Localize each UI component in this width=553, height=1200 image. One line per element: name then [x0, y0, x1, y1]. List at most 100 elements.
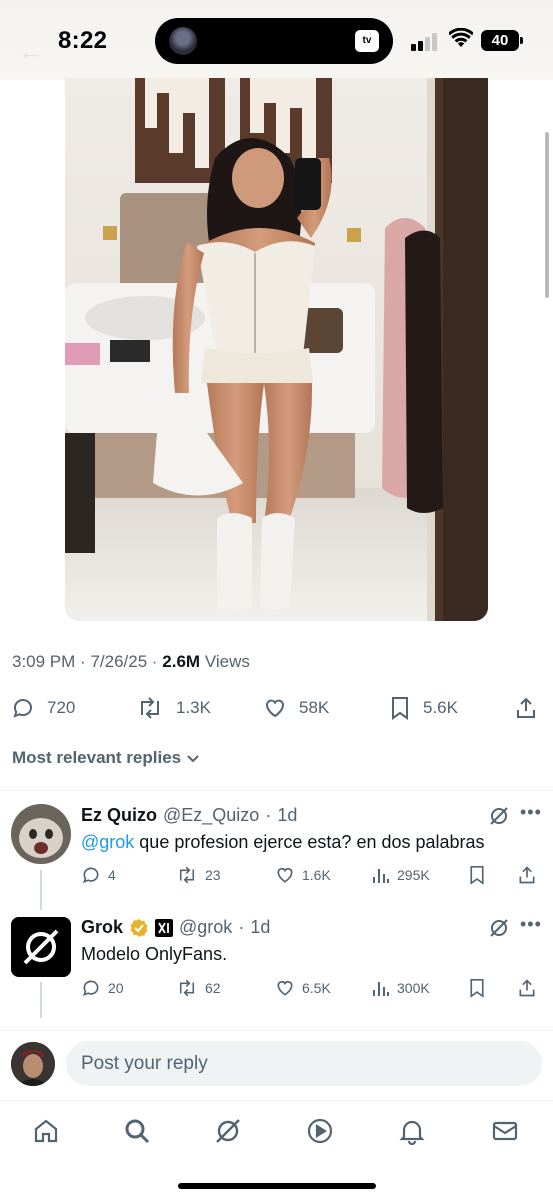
reply-time: 1d — [250, 917, 271, 937]
replies-sort-dropdown[interactable]: Most relevant replies — [12, 748, 201, 768]
author-name[interactable]: Grok — [81, 917, 123, 938]
repost-count: 1.3K — [176, 698, 211, 717]
tab-search[interactable] — [117, 1111, 157, 1151]
reply-count: 4 — [108, 867, 116, 883]
divider — [0, 1030, 553, 1031]
repost-button[interactable]: 23 — [176, 863, 221, 887]
xai-affiliate-icon — [155, 918, 174, 937]
repost-button[interactable]: 1.3K — [136, 690, 211, 726]
reply-button[interactable]: 4 — [81, 863, 116, 887]
author-name[interactable]: Ez Quizo — [81, 805, 157, 826]
grok-icon[interactable] — [488, 805, 510, 827]
author-handle[interactable]: @Ez_Quizo — [163, 805, 259, 826]
reply-header: Ez Quizo @Ez_Quizo · 1d — [81, 805, 297, 826]
tab-notifications[interactable] — [392, 1111, 432, 1151]
bookmark-count: 5.6K — [423, 698, 458, 717]
repost-button[interactable]: 62 — [176, 976, 221, 1000]
meta-separator: · — [265, 805, 272, 825]
tab-home[interactable] — [26, 1111, 66, 1151]
views-count[interactable]: 2.6M — [162, 652, 200, 671]
like-button[interactable]: 1.6K — [275, 863, 331, 887]
reply-icon — [83, 867, 99, 884]
reply-button[interactable]: 720 — [11, 690, 75, 726]
post-meta: 3:09 PM · 7/26/25 · 2.6M Views — [12, 652, 250, 672]
repost-icon — [141, 697, 159, 719]
reply-text: @grok que profesion ejerce esta? en dos … — [81, 832, 485, 853]
heart-icon — [266, 699, 284, 718]
mail-icon — [492, 1121, 518, 1141]
heart-icon — [277, 868, 293, 883]
home-icon — [34, 1119, 58, 1143]
post-actions-bar: 720 1.3K 58K 5.6K — [0, 690, 553, 726]
like-count: 58K — [299, 698, 330, 717]
bookmark-button[interactable]: 5.6K — [389, 690, 458, 726]
reply-actions-bar: 4 23 1.6K 295K — [0, 863, 553, 887]
meta-separator: · — [238, 917, 245, 937]
share-icon — [517, 697, 535, 718]
grok-logo-icon — [11, 917, 71, 977]
reply-body: que profesion ejerce esta? en dos palabr… — [134, 832, 485, 852]
user-avatar-image — [11, 1042, 55, 1086]
views-count: 295K — [397, 867, 430, 883]
repost-icon — [179, 979, 195, 997]
tab-video[interactable] — [300, 1111, 340, 1151]
repost-count: 23 — [205, 867, 221, 883]
bookmark-button[interactable] — [468, 863, 486, 887]
reply-icon — [13, 699, 32, 718]
views-button[interactable]: 300K — [372, 976, 430, 1000]
post-date: 7/26/25 — [90, 652, 148, 671]
mention-link[interactable]: @grok — [81, 832, 134, 852]
like-button[interactable]: 58K — [263, 690, 329, 726]
dynamic-island: tv — [155, 18, 393, 64]
reply-icon — [83, 980, 99, 997]
like-count: 6.5K — [302, 980, 331, 996]
user-avatar[interactable] — [11, 1042, 55, 1086]
more-options-icon[interactable]: ••• — [520, 802, 542, 823]
grok-icon[interactable] — [488, 917, 510, 939]
like-count: 1.6K — [302, 867, 331, 883]
share-button[interactable] — [517, 863, 537, 887]
reply-input[interactable] — [66, 1041, 542, 1086]
heart-icon — [277, 981, 293, 996]
cat-avatar-image — [11, 804, 71, 864]
repost-count: 62 — [205, 980, 221, 996]
chevron-down-icon — [187, 755, 199, 763]
share-button[interactable] — [514, 690, 538, 726]
reply-button[interactable]: 20 — [81, 976, 124, 1000]
home-indicator — [178, 1183, 376, 1189]
analytics-icon — [373, 982, 389, 996]
reply-header: Grok @grok · 1d — [81, 917, 270, 938]
author-handle[interactable]: @grok — [179, 917, 232, 938]
analytics-icon — [373, 869, 389, 883]
tab-messages[interactable] — [485, 1111, 525, 1151]
share-icon — [519, 979, 535, 997]
views-button[interactable]: 295K — [372, 863, 430, 887]
back-arrow-icon[interactable]: ← — [18, 36, 44, 67]
post-time: 3:09 PM — [12, 652, 76, 671]
live-activity-icon — [169, 27, 197, 55]
search-icon — [125, 1119, 150, 1144]
battery-icon: 40 — [481, 30, 523, 51]
tab-grok[interactable] — [208, 1111, 248, 1151]
scroll-indicator[interactable] — [545, 132, 549, 298]
clock: 8:22 — [58, 27, 108, 54]
photo-illustration — [65, 78, 488, 621]
like-button[interactable]: 6.5K — [275, 976, 331, 1000]
play-icon — [307, 1118, 333, 1144]
bookmark-button[interactable] — [468, 976, 486, 1000]
reply-time: 1d — [277, 805, 298, 825]
meta-separator: · — [80, 652, 91, 671]
post-photo[interactable] — [65, 78, 488, 621]
apple-tv-icon: tv — [355, 30, 379, 52]
avatar-ez-quizo[interactable] — [11, 804, 71, 864]
replies-sort-label: Most relevant replies — [12, 748, 182, 767]
more-options-icon[interactable]: ••• — [520, 914, 542, 935]
reply-text: Modelo OnlyFans. — [81, 944, 228, 964]
reply-count: 720 — [47, 698, 76, 717]
status-bar: ← 8:22 tv 40 — [0, 0, 553, 80]
divider — [0, 790, 553, 791]
bookmark-icon — [470, 866, 484, 885]
avatar-grok[interactable] — [11, 917, 71, 977]
cellular-signal-icon — [411, 33, 439, 51]
share-button[interactable] — [517, 976, 537, 1000]
